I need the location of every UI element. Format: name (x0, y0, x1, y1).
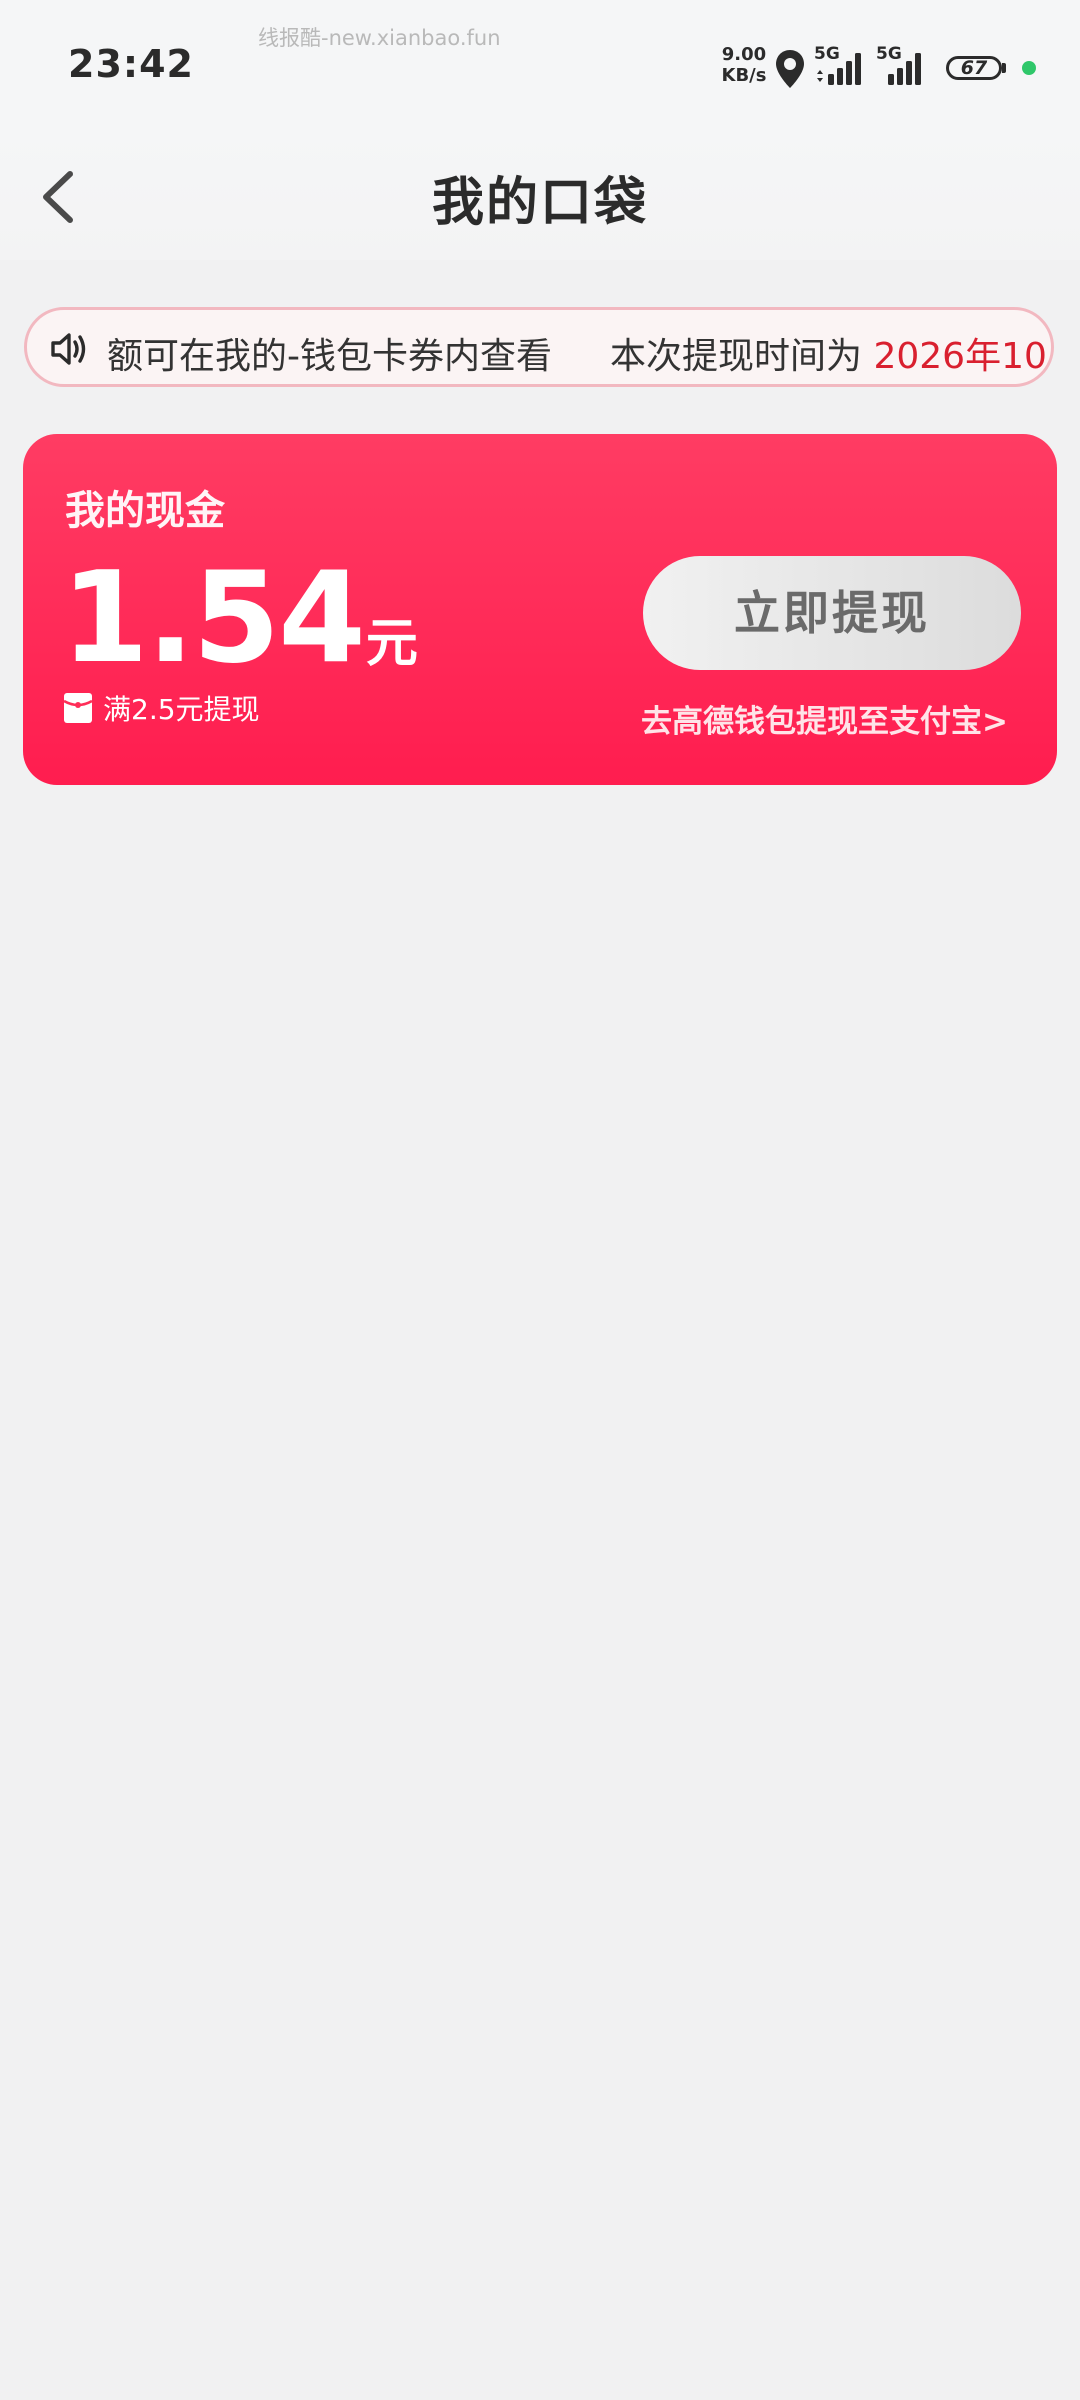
withdraw-threshold: 满2.5元提现 (63, 688, 260, 728)
sim1-signal-icon: 5G (814, 44, 870, 88)
watermark-text: 线报酷-new.xianbao.fun (258, 26, 501, 50)
network-speed-unit: KB/s (721, 65, 767, 86)
notice-text: 额可在我的-钱包卡券内查看 本次提现时间为 2026年10 (107, 327, 1047, 379)
withdraw-button[interactable]: 立即提现 (643, 556, 1021, 670)
cash-card: 我的现金 1.54元 满2.5元提现 立即提现 去高德钱包提现至支付宝> (23, 434, 1057, 785)
withdraw-threshold-text: 满2.5元提现 (103, 693, 260, 726)
location-icon (776, 50, 804, 88)
red-envelope-icon (63, 693, 93, 723)
privacy-indicator-dot (1022, 61, 1036, 75)
notice-text-part1: 额可在我的-钱包卡券内查看 (107, 336, 552, 377)
battery-icon: 67 (946, 56, 1002, 80)
battery-tip (1002, 63, 1006, 73)
page-title: 我的口袋 (431, 173, 648, 233)
cash-amount: 1.54元 (61, 544, 418, 691)
speaker-icon (51, 333, 86, 365)
cash-title: 我的现金 (65, 488, 225, 534)
network-speed: 9.00 KB/s (716, 44, 772, 86)
status-bar: 23:42 线报酷-new.xianbao.fun 9.00 KB/s 5G 5… (0, 0, 1080, 130)
cash-amount-value: 1.54 (61, 544, 366, 691)
notice-text-part2: 本次提现时间为 (610, 336, 863, 377)
notice-bar[interactable]: 额可在我的-钱包卡券内查看 本次提现时间为 2026年10 (24, 307, 1054, 387)
network-speed-value: 9.00 (721, 44, 767, 65)
signal-bars-icon (888, 53, 921, 85)
nav-bar: 我的口袋 (0, 130, 1080, 260)
alipay-withdraw-link[interactable]: 去高德钱包提现至支付宝> (641, 696, 1045, 741)
data-arrows-icon (817, 53, 861, 85)
notice-date: 2026年10 (873, 336, 1047, 377)
cash-amount-unit: 元 (365, 614, 418, 674)
status-time: 23:42 (68, 42, 194, 86)
sim2-signal-icon: 5G (876, 44, 932, 88)
